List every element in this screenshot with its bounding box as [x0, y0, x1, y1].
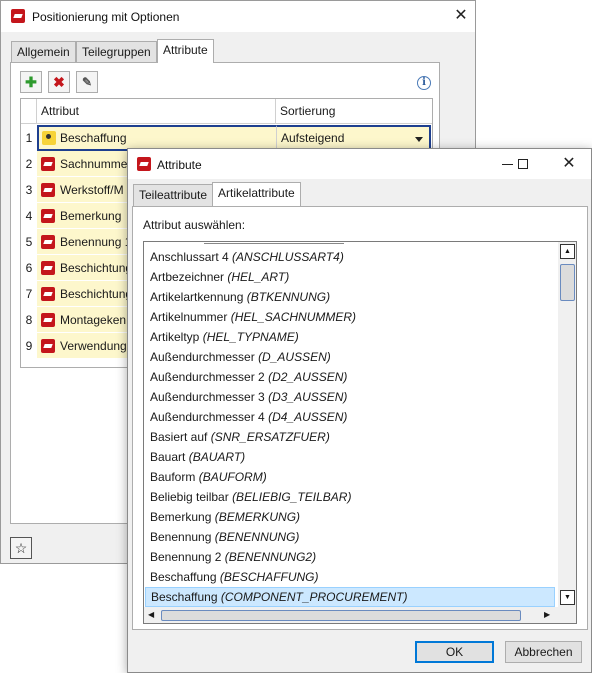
- list-item[interactable]: Benennung (BENENNUNG): [145, 527, 555, 547]
- cancel-button[interactable]: Abbrechen: [505, 641, 582, 663]
- row-number: 5: [21, 229, 37, 255]
- attribute-icon: [41, 287, 55, 301]
- row-attribute-label: Beschaffung: [60, 131, 127, 145]
- ok-button[interactable]: OK: [415, 641, 494, 663]
- row-attribute-label: Beschichtung: [60, 261, 133, 275]
- partial-item: [204, 242, 344, 244]
- row-attribute-label: Werkstoff/M: [60, 183, 124, 197]
- chevron-down-icon: [415, 137, 423, 142]
- close-icon[interactable]: ✕: [450, 5, 472, 27]
- list-item[interactable]: Außendurchmesser 4 (D4_AUSSEN): [145, 407, 555, 427]
- app-icon: [11, 9, 25, 23]
- row-number: 1: [21, 125, 37, 151]
- row-attribute-label: Verwendung: [60, 339, 127, 353]
- row-attribute-label: Beschichtung: [60, 287, 133, 301]
- list-item[interactable]: Artikelartkennung (BTKENNUNG): [145, 287, 555, 307]
- row-number: 2: [21, 151, 37, 177]
- maximize-icon[interactable]: [508, 153, 538, 175]
- tab-allgemein[interactable]: Allgemein: [11, 41, 76, 63]
- list-item[interactable]: Artbezeichner (HEL_ART): [145, 267, 555, 287]
- attribute-icon: [41, 261, 55, 275]
- row-num-header: [21, 99, 37, 124]
- list-item[interactable]: Bauform (BAUFORM): [145, 467, 555, 487]
- delete-x-icon[interactable]: ✖: [48, 71, 70, 93]
- column-header-sortierung[interactable]: Sortierung: [276, 99, 432, 124]
- tab-teileattribute[interactable]: Teileattribute: [133, 184, 214, 206]
- attribute-icon: [41, 183, 55, 197]
- row-number: 7: [21, 281, 37, 307]
- attribute-icon: [41, 235, 55, 249]
- attribute-icon: [41, 339, 55, 353]
- list-item[interactable]: Außendurchmesser 2 (D2_AUSSEN): [145, 367, 555, 387]
- scroll-up-icon[interactable]: ▲: [560, 244, 575, 259]
- list-item[interactable]: Außendurchmesser (D_AUSSEN): [145, 347, 555, 367]
- list-item[interactable]: Basiert auf (SNR_ERSATZFUER): [145, 427, 555, 447]
- row-number: 9: [21, 333, 37, 359]
- row-number: 3: [21, 177, 37, 203]
- tab-artikelattribute[interactable]: Artikelattribute: [212, 182, 301, 206]
- info-icon[interactable]: i: [417, 76, 431, 90]
- tab-attribute[interactable]: Attribute: [157, 39, 214, 63]
- dialog-title-bar: Attribute ✕: [128, 149, 591, 179]
- star-icon[interactable]: ☆: [10, 537, 32, 559]
- row-number: 8: [21, 307, 37, 333]
- list-item[interactable]: Außendurchmesser 3 (D3_AUSSEN): [145, 387, 555, 407]
- list-item[interactable]: Artikelnummer (HEL_SACHNUMMER): [145, 307, 555, 327]
- window-title: Positionierung mit Optionen: [32, 10, 180, 24]
- dialog-title: Attribute: [157, 158, 202, 172]
- column-header-attribut[interactable]: Attribut: [37, 99, 276, 124]
- edit-icon[interactable]: ✎: [76, 71, 98, 93]
- row-attribute-label: Montageken: [60, 313, 127, 327]
- row-number: 4: [21, 203, 37, 229]
- select-attribute-label: Attribut auswählen:: [143, 218, 246, 232]
- row-attribute-label: Benennung 1: [60, 235, 132, 249]
- h-scrollbar-thumb[interactable]: [161, 610, 521, 621]
- attribute-dialog: Attribute ✕ Teileattribute Artikelattrib…: [127, 148, 592, 673]
- list-item[interactable]: Beschaffung (BESCHAFFUNG): [145, 567, 555, 587]
- horizontal-scrollbar[interactable]: ◀ ▶: [144, 607, 576, 623]
- plus-icon[interactable]: ✚: [20, 71, 42, 93]
- vertical-scrollbar[interactable]: ▲ ▼: [558, 242, 576, 607]
- list-item[interactable]: Bemerkung (BEMERKUNG): [145, 507, 555, 527]
- attribute-list[interactable]: Anschlussart 4 (ANSCHLUSSART4) Artbezeic…: [143, 241, 577, 624]
- scroll-left-icon[interactable]: ◀: [148, 610, 154, 619]
- row-number: 6: [21, 255, 37, 281]
- special-attribute-icon: [42, 131, 56, 145]
- close-icon[interactable]: ✕: [558, 153, 580, 175]
- tab-teilegruppen[interactable]: Teilegruppen: [76, 41, 157, 63]
- list-item[interactable]: Benennung 2 (BENENNUNG2): [145, 547, 555, 567]
- app-icon: [137, 157, 151, 171]
- list-item[interactable]: Bauart (BAUART): [145, 447, 555, 467]
- scrollbar-thumb[interactable]: [560, 264, 575, 301]
- attribute-icon: [41, 209, 55, 223]
- list-item[interactable]: Anschlussart 4 (ANSCHLUSSART4): [145, 247, 555, 267]
- attribute-icon: [41, 313, 55, 327]
- grid-header: Attribut Sortierung: [21, 99, 432, 124]
- row-attribute-label: Bemerkung: [60, 209, 122, 223]
- title-bar: Positionierung mit Optionen ✕: [1, 1, 475, 32]
- artikelattribute-panel: Attribut auswählen: Anschlussart 4 (ANSC…: [132, 206, 588, 630]
- attribute-icon: [41, 157, 55, 171]
- scroll-right-icon[interactable]: ▶: [544, 610, 550, 619]
- list-item[interactable]: Beliebig teilbar (BELIEBIG_TEILBAR): [145, 487, 555, 507]
- list-item-selected[interactable]: Beschaffung (COMPONENT_PROCUREMENT): [145, 587, 555, 607]
- sort-value: Aufsteigend: [281, 131, 345, 145]
- list-item[interactable]: Artikeltyp (HEL_TYPNAME): [145, 327, 555, 347]
- scroll-down-icon[interactable]: ▼: [560, 590, 575, 605]
- row-attribute-label: Sachnummer: [60, 157, 132, 171]
